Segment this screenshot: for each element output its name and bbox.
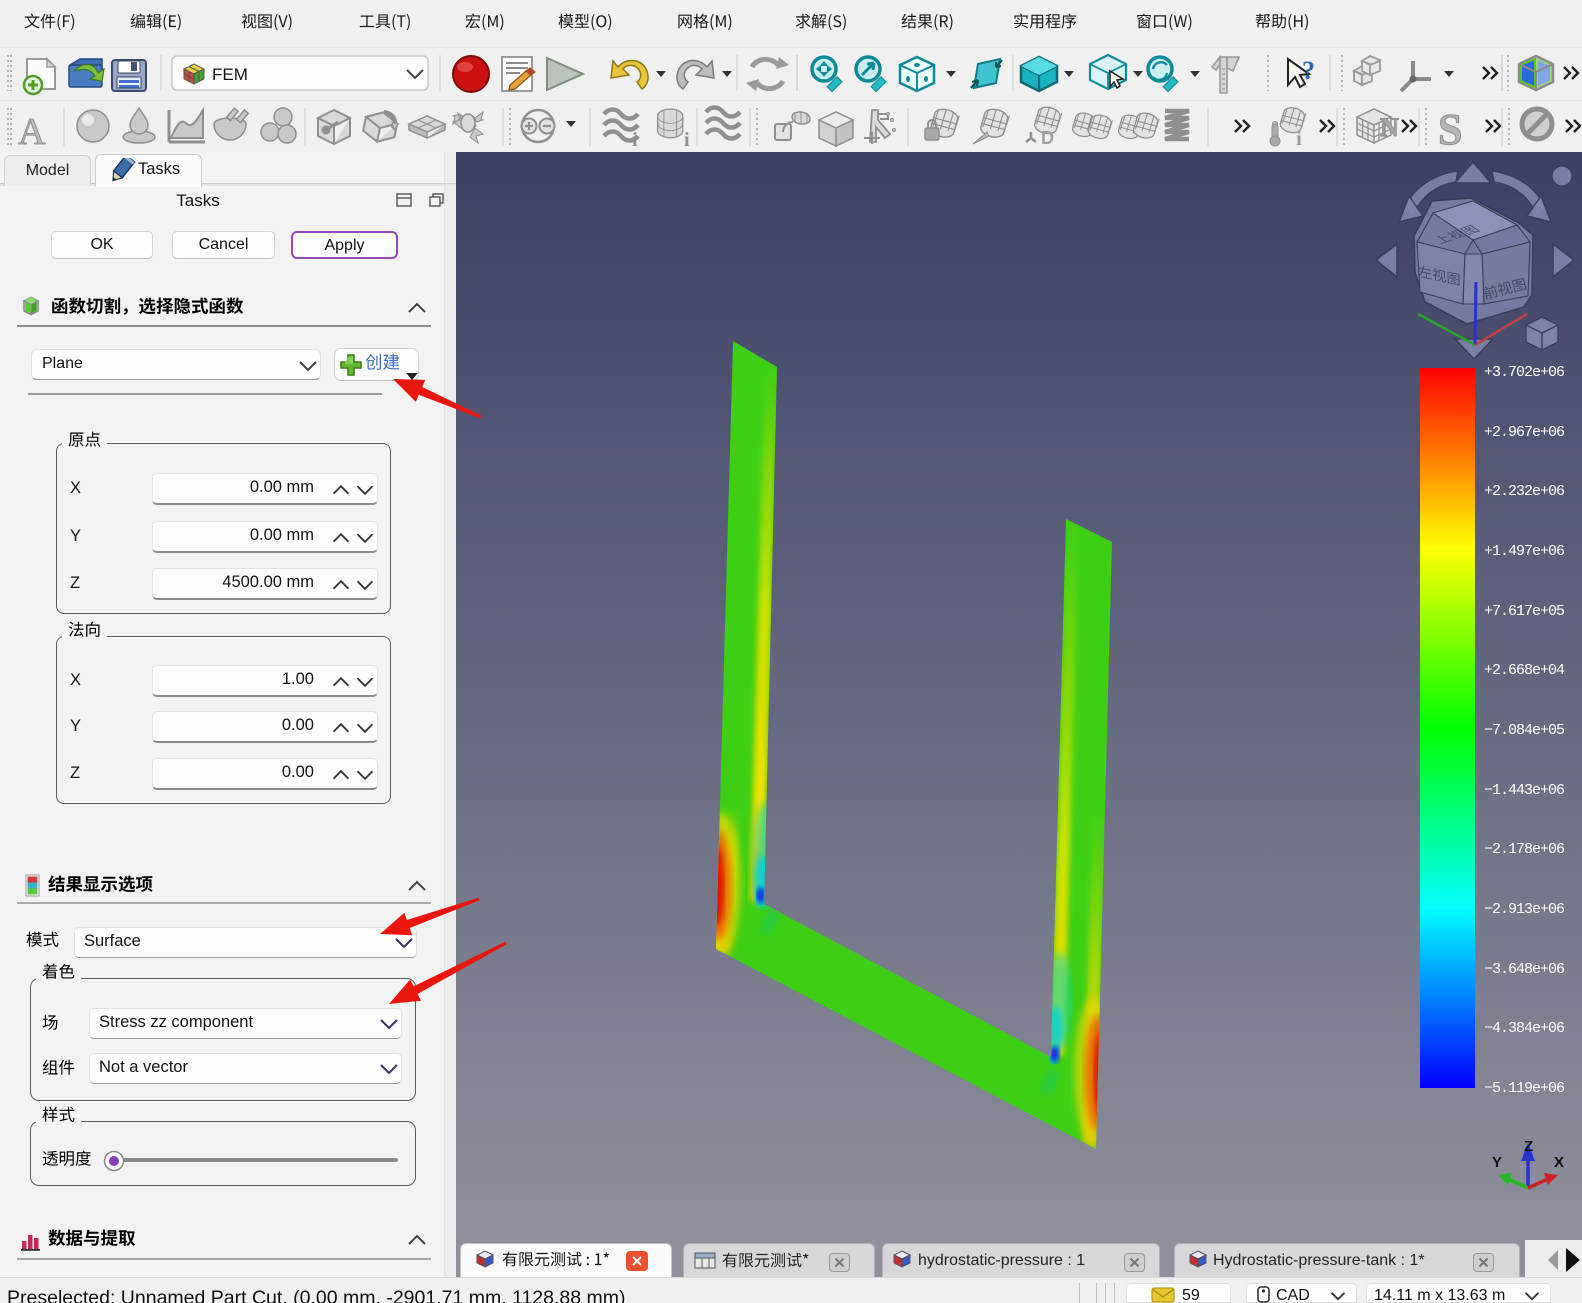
svg-text:i: i <box>684 129 690 151</box>
svg-text:Z: Z <box>1524 1138 1533 1155</box>
svg-text:?: ? <box>1302 56 1315 85</box>
svg-text:S: S <box>1438 105 1462 152</box>
svg-text:D: D <box>1041 128 1054 148</box>
svg-text:A: A <box>18 111 46 152</box>
svg-text:i: i <box>632 129 638 151</box>
svg-text:N: N <box>1380 113 1399 142</box>
svg-text:i: i <box>1296 126 1302 150</box>
svg-text:X: X <box>1554 1154 1564 1171</box>
svg-text:Y: Y <box>1492 1154 1502 1171</box>
svg-text:FEM: FEM <box>212 65 248 84</box>
